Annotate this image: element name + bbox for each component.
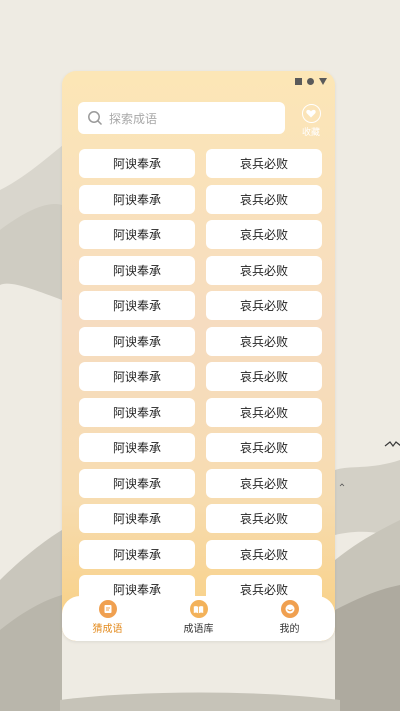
idiom-cell[interactable]: 哀兵必败: [206, 433, 322, 462]
idiom-row: 阿谀奉承 哀兵必败: [79, 468, 322, 498]
search-placeholder: 探索成语: [109, 111, 158, 126]
idiom-cell[interactable]: 阿谀奉承: [79, 504, 195, 533]
idiom-cell[interactable]: 哀兵必败: [206, 291, 322, 320]
idiom-cell[interactable]: 哀兵必败: [206, 504, 322, 533]
idiom-row: 阿谀奉承 哀兵必败: [79, 362, 322, 391]
favorites-button[interactable]: 收藏: [298, 104, 324, 138]
idiom-row: 阿谀奉承 哀兵必败: [79, 220, 322, 249]
idiom-cell[interactable]: 阿谀奉承: [79, 326, 195, 356]
idiom-cell[interactable]: 哀兵必败: [206, 255, 322, 285]
idiom-row: 阿谀奉承 哀兵必败: [79, 149, 322, 178]
idiom-row: 阿谀奉承 哀兵必败: [79, 397, 322, 427]
idiom-row: 阿谀奉承 哀兵必败: [79, 504, 322, 533]
idiom-cell[interactable]: 阿谀奉承: [79, 255, 195, 285]
heart-icon: [301, 104, 321, 123]
tab-label: 成语库: [183, 624, 214, 635]
idiom-row: 阿谀奉承 哀兵必败: [79, 291, 322, 320]
idiom-cell[interactable]: 哀兵必败: [206, 397, 322, 427]
bottom-tab-bar: 猜成语 成语库 我的: [62, 596, 335, 641]
idiom-cell[interactable]: 哀兵必败: [206, 220, 322, 249]
tab-label: 猜成语: [92, 624, 123, 635]
tab-guess-idiom[interactable]: 猜成语: [62, 596, 153, 641]
idiom-cell[interactable]: 阿谀奉承: [79, 220, 195, 249]
idiom-row: 阿谀奉承 哀兵必败: [79, 433, 322, 462]
circle-icon: [307, 78, 314, 85]
idiom-cell[interactable]: 哀兵必败: [206, 468, 322, 498]
idiom-row: 阿谀奉承 哀兵必败: [79, 255, 322, 285]
idiom-row: 阿谀奉承 哀兵必败: [79, 184, 322, 214]
idiom-cell[interactable]: 阿谀奉承: [79, 539, 195, 569]
tab-idiom-library[interactable]: 成语库: [153, 596, 244, 641]
idiom-cell[interactable]: 阿谀奉承: [79, 149, 195, 178]
favorites-label: 收藏: [301, 128, 320, 138]
idiom-cell[interactable]: 阿谀奉承: [79, 362, 195, 391]
idiom-row: 阿谀奉承 哀兵必败: [79, 539, 322, 569]
idiom-cell[interactable]: 哀兵必败: [206, 149, 322, 178]
square-icon: [295, 78, 302, 85]
search-input[interactable]: 探索成语: [78, 102, 285, 134]
tab-label: 我的: [279, 624, 300, 635]
quiz-icon: [98, 600, 117, 618]
idiom-cell[interactable]: 阿谀奉承: [79, 433, 195, 462]
triangle-icon: [319, 78, 327, 85]
idiom-cell[interactable]: 哀兵必败: [206, 326, 322, 356]
idiom-grid: 阿谀奉承 哀兵必败 阿谀奉承 哀兵必败 阿谀奉承 哀兵必败 阿谀奉承 哀兵必败 …: [79, 149, 322, 611]
idiom-cell[interactable]: 阿谀奉承: [79, 184, 195, 214]
tab-profile[interactable]: 我的: [244, 596, 335, 641]
idiom-row: 阿谀奉承 哀兵必败: [79, 326, 322, 356]
idiom-cell[interactable]: 阿谀奉承: [79, 397, 195, 427]
idiom-cell[interactable]: 哀兵必败: [206, 362, 322, 391]
idiom-cell[interactable]: 哀兵必败: [206, 539, 322, 569]
idiom-cell[interactable]: 阿谀奉承: [79, 291, 195, 320]
book-icon: [189, 600, 208, 618]
profile-icon: [280, 600, 299, 618]
app-window: 探索成语 收藏 阿谀奉承 哀兵必败 阿谀奉承 哀兵必败 阿谀奉承 哀兵必败 阿谀…: [62, 71, 335, 641]
idiom-cell[interactable]: 哀兵必败: [206, 184, 322, 214]
status-bar: [295, 78, 327, 85]
idiom-cell[interactable]: 阿谀奉承: [79, 468, 195, 498]
search-icon: [88, 111, 103, 126]
